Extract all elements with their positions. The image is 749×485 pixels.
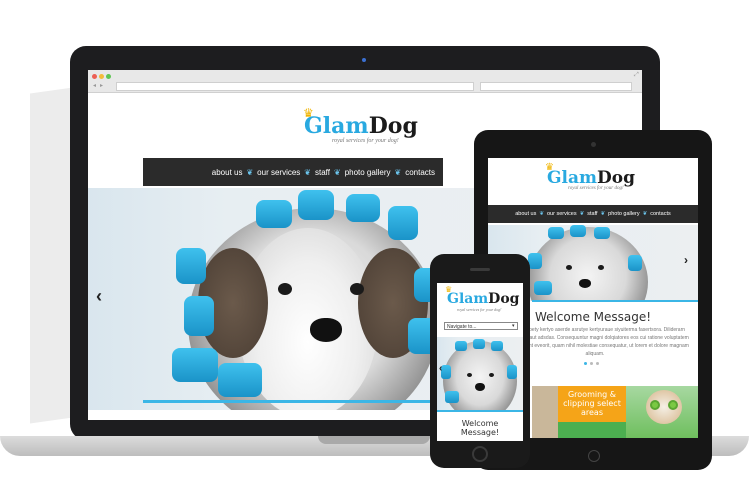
phone-site-logo[interactable]: GlamDog bbox=[447, 291, 519, 307]
nav-separator-icon: ❦ bbox=[333, 167, 341, 177]
nav-separator-icon: ❦ bbox=[579, 211, 585, 217]
site-tagline: royal services for your dog! bbox=[332, 138, 399, 144]
site-tagline: royal services for your dog! bbox=[568, 186, 624, 191]
logo-dog-text: Dog bbox=[368, 113, 418, 139]
nav-item-photo-gallery[interactable]: photo gallery bbox=[345, 168, 391, 177]
fullscreen-icon[interactable]: ⤢ bbox=[634, 72, 639, 79]
phone-speaker bbox=[470, 268, 490, 271]
slider-prev-arrow-icon[interactable]: ‹ bbox=[439, 363, 442, 374]
nav-item-photo-gallery[interactable]: photo gallery bbox=[608, 211, 640, 217]
nav-item-about-us[interactable]: about us bbox=[212, 168, 243, 177]
tablet-accent-bar bbox=[532, 300, 698, 302]
tablet-main-nav: about us ❦ our services ❦ staff ❦ photo … bbox=[488, 205, 698, 223]
service-tile-grooming[interactable]: Grooming & clipping select areas bbox=[558, 386, 626, 438]
service-tile-label: Grooming & clipping select areas bbox=[563, 390, 621, 417]
tablet-site-logo[interactable]: GlamDog bbox=[547, 168, 635, 188]
nav-separator-icon: ❦ bbox=[304, 167, 311, 177]
tablet-camera bbox=[591, 142, 596, 147]
service-tile-dog-photo[interactable] bbox=[532, 386, 558, 438]
phone-hero-slider: ‹ bbox=[437, 337, 523, 411]
forward-arrow-icon[interactable]: ▸ bbox=[100, 82, 103, 89]
phone-screen: ♛ GlamDog royal services for your dog! ‹… bbox=[437, 283, 523, 441]
nav-item-contacts[interactable]: contacts bbox=[405, 168, 435, 177]
logo-dog-text: Dog bbox=[488, 291, 520, 307]
browser-toolbar: ◂ ▸ ⤢ bbox=[88, 70, 642, 93]
slider-next-arrow-icon[interactable]: › bbox=[684, 253, 688, 267]
chevron-down-icon: ▾ bbox=[512, 323, 515, 329]
phone-home-button bbox=[472, 446, 488, 462]
nav-separator-icon: ❦ bbox=[600, 211, 606, 217]
pager-dot-active[interactable] bbox=[584, 362, 587, 365]
logo-dog-text: Dog bbox=[596, 168, 635, 188]
tablet-home-button bbox=[588, 450, 600, 462]
browser-search-field[interactable] bbox=[480, 82, 632, 91]
nav-separator-icon: ❦ bbox=[394, 167, 402, 177]
nav-item-contacts[interactable]: contacts bbox=[650, 211, 670, 217]
nav-separator-icon: ❦ bbox=[642, 211, 648, 217]
site-logo[interactable]: GlamDog bbox=[304, 113, 418, 139]
pager-dot[interactable] bbox=[590, 362, 593, 365]
nav-separator-icon: ❦ bbox=[539, 211, 544, 217]
back-arrow-icon[interactable]: ◂ bbox=[93, 82, 96, 89]
hero-accent-bar bbox=[143, 400, 443, 403]
maximize-window-icon[interactable] bbox=[106, 74, 111, 79]
minimize-window-icon[interactable] bbox=[99, 74, 104, 79]
laptop-camera bbox=[362, 58, 366, 62]
slider-prev-arrow-icon[interactable]: ‹ bbox=[96, 286, 102, 307]
phone-navigate-select[interactable]: Navigate to... bbox=[444, 322, 518, 330]
phone-accent-bar bbox=[437, 410, 523, 412]
page-heading-partial bbox=[250, 0, 630, 8]
url-bar[interactable] bbox=[116, 82, 474, 91]
phone-welcome-title: Welcome Message! bbox=[460, 419, 500, 437]
logo-glam-text: Glam bbox=[304, 113, 369, 139]
logo-glam-text: Glam bbox=[547, 168, 597, 188]
nav-separator-icon: ❦ bbox=[246, 167, 254, 177]
nav-item-staff[interactable]: staff bbox=[315, 168, 330, 177]
nav-item-our-services[interactable]: our services bbox=[257, 168, 300, 177]
nav-item-our-services[interactable]: our services bbox=[547, 211, 577, 217]
site-tagline: royal services for your dog! bbox=[457, 307, 502, 312]
nav-item-about-us[interactable]: about us bbox=[515, 211, 536, 217]
service-tile-spa-photo[interactable] bbox=[626, 386, 698, 438]
close-window-icon[interactable] bbox=[92, 74, 97, 79]
pager-dot[interactable] bbox=[596, 362, 599, 365]
logo-glam-text: Glam bbox=[447, 291, 489, 307]
main-nav: about us ❦ our services ❦ staff ❦ photo … bbox=[143, 158, 443, 186]
nav-item-staff[interactable]: staff bbox=[587, 211, 597, 217]
laptop-notch bbox=[318, 436, 430, 444]
